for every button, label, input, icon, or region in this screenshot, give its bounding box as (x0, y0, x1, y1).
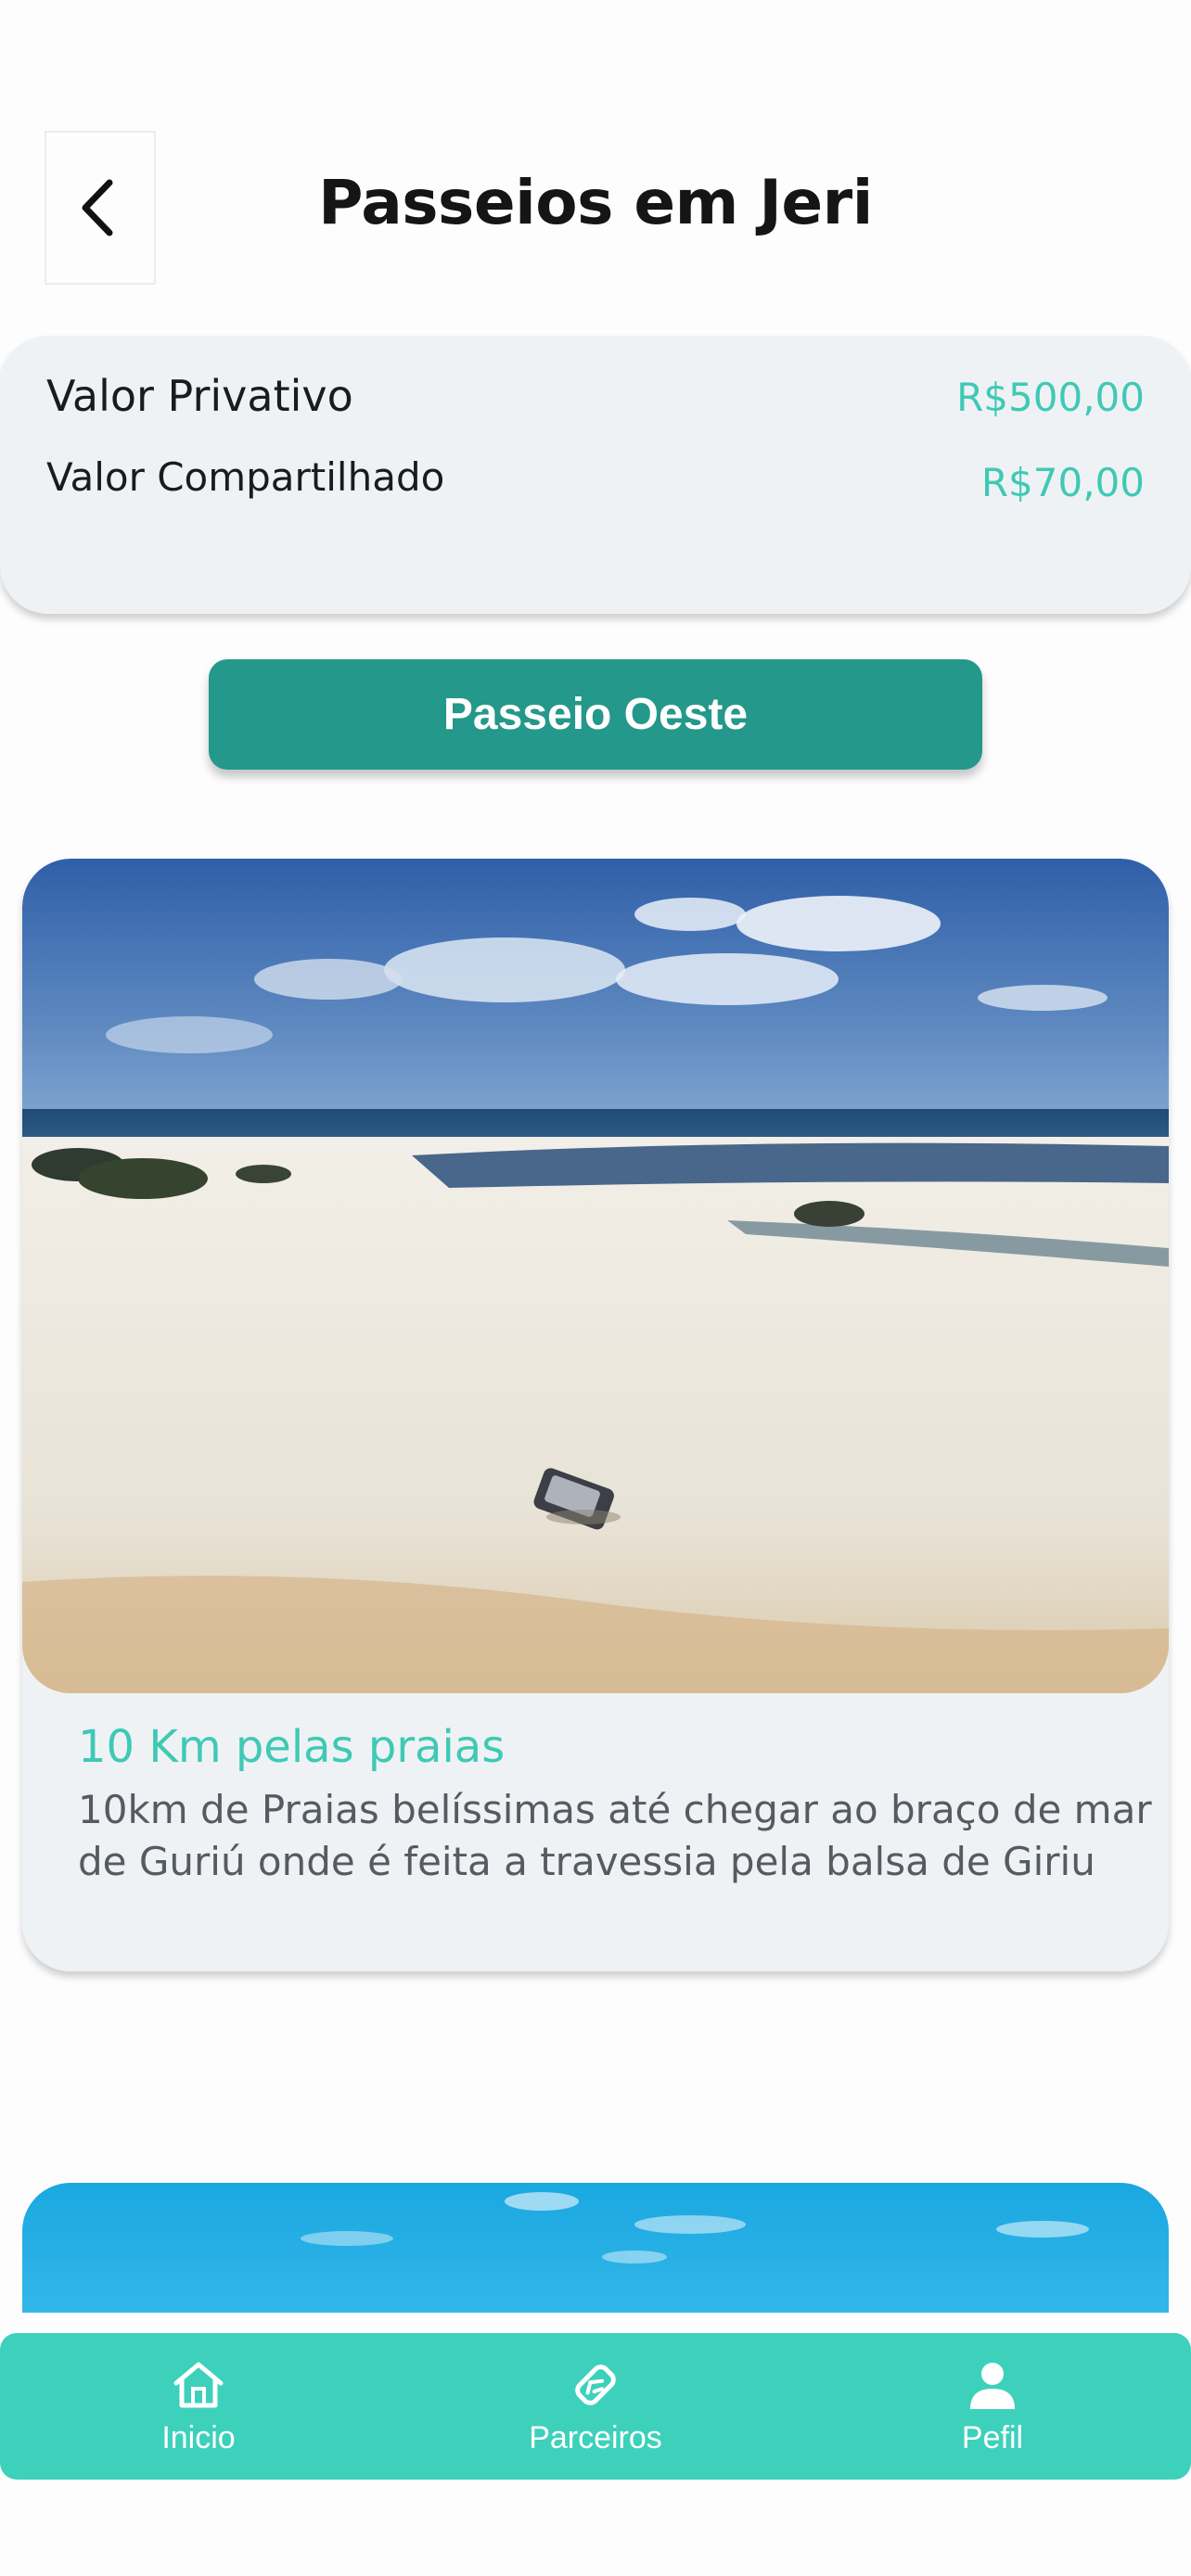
tour-card-image-next[interactable] (22, 2183, 1169, 2313)
tour-title: 10 Km pelas praias (78, 1721, 506, 1773)
shared-price-label: Valor Compartilhado (46, 454, 445, 500)
nav-label-parceiros: Parceiros (529, 2419, 662, 2455)
private-price-row: Valor Privativo R$500,00 (46, 371, 1145, 421)
home-icon (173, 2362, 224, 2407)
tour-card[interactable]: 10 Km pelas praias 10km de Praias belíss… (22, 859, 1169, 1971)
price-card: Valor Privativo R$500,00 Valor Compartil… (0, 336, 1191, 614)
private-price-label: Valor Privativo (46, 371, 353, 421)
nav-item-parceiros[interactable]: Parceiros (397, 2333, 794, 2480)
tour-image (22, 859, 1169, 1693)
handshake-icon (575, 2364, 616, 2405)
tour-oeste-button[interactable]: Passeio Oeste (209, 659, 982, 770)
nav-item-inicio[interactable]: Inicio (0, 2333, 397, 2480)
nav-label-perfil: Pefil (961, 2419, 1024, 2455)
tour-description: 10km de Praias belíssimas até chegar ao … (78, 1787, 1152, 1884)
person-icon (970, 2362, 1015, 2409)
private-price-value: R$500,00 (956, 375, 1145, 420)
nav-item-perfil[interactable]: Pefil (794, 2333, 1191, 2480)
nav-label-inicio: Inicio (161, 2419, 236, 2455)
shared-price-value: R$70,00 (980, 460, 1145, 505)
page-title: Passeios em Jeri (318, 167, 873, 238)
bottom-nav: Inicio Parceiros Pefil (0, 2333, 1191, 2480)
shared-price-row: Valor Compartilhado R$70,00 (46, 454, 1145, 505)
